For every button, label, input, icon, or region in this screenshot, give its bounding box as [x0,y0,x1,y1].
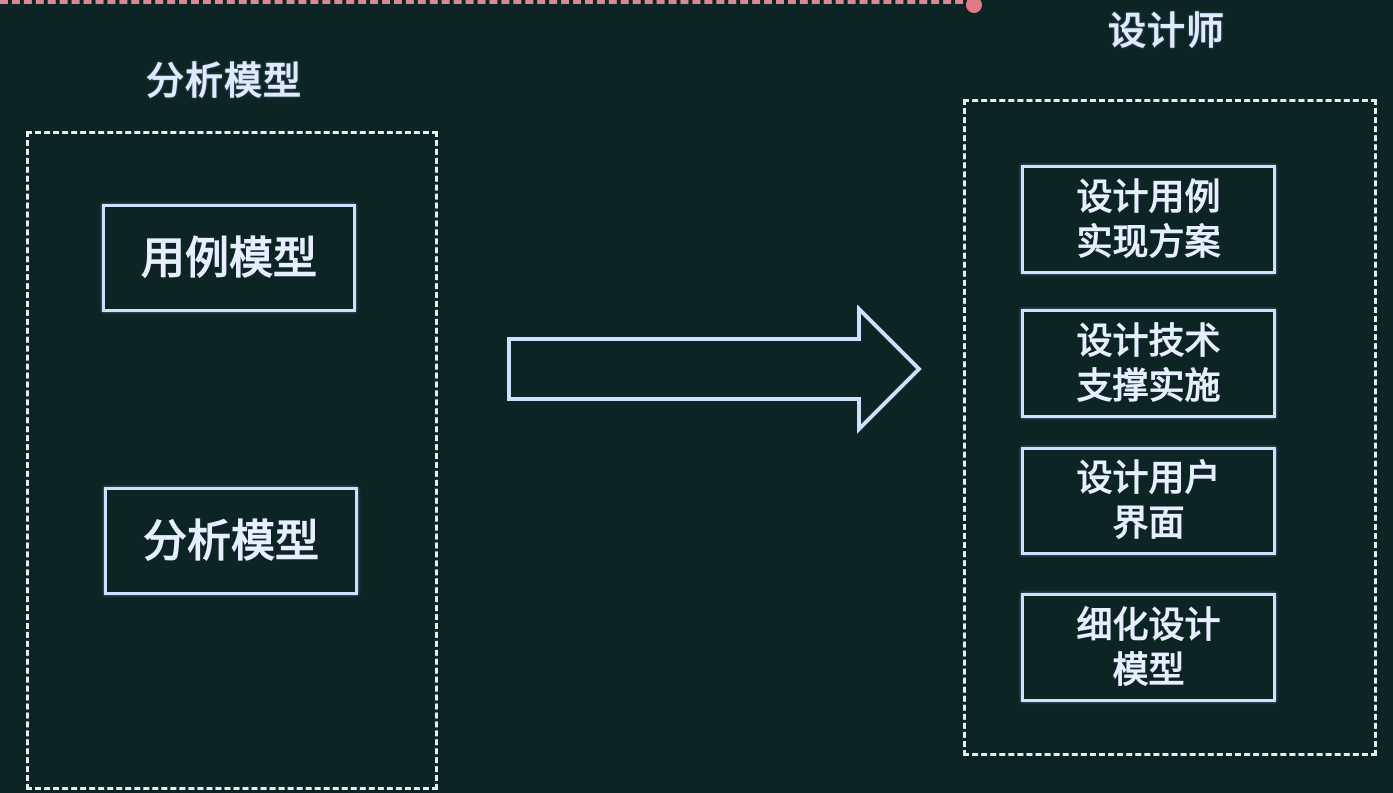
refine-design-model-line2: 模型 [1112,649,1185,691]
right-group-title: 设计师 [1108,9,1226,53]
design-tech-support-box: 设计技术 支撑实施 [1021,309,1276,418]
design-ui-box: 设计用户 界面 [1021,447,1276,555]
refine-design-model-box: 细化设计 模型 [1021,593,1276,702]
design-use-case-box: 设计用例 实现方案 [1021,165,1276,274]
flow-arrow-icon [507,305,922,434]
divider-endpoint-dot [966,0,982,13]
design-tech-support-line2: 支撑实施 [1076,365,1221,407]
use-case-model-box: 用例模型 [102,204,356,312]
refine-design-model-line1: 细化设计 [1076,604,1221,646]
design-use-case-line1: 设计用例 [1076,176,1221,218]
design-use-case-line2: 实现方案 [1076,221,1221,263]
analysis-model-box: 分析模型 [104,487,358,595]
design-ui-line2: 界面 [1112,503,1185,544]
design-tech-support-line1: 设计技术 [1076,320,1221,362]
use-case-model-label: 用例模型 [141,232,317,284]
design-ui-line1: 设计用户 [1076,458,1221,499]
left-group-title: 分析模型 [146,59,303,103]
top-dashed-divider [0,0,975,4]
analysis-model-label: 分析模型 [143,515,319,567]
